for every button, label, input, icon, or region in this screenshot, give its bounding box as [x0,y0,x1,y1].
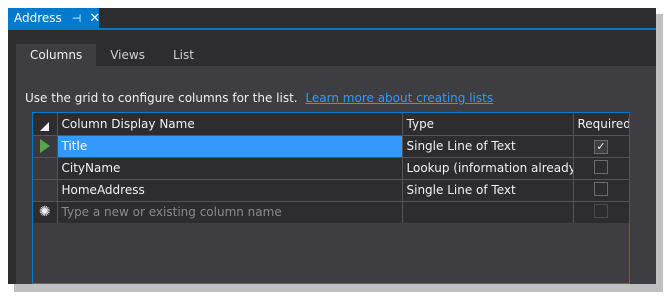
row-header[interactable] [33,135,58,158]
required-cell: ✓ [573,135,630,158]
column-header-required[interactable]: Required [573,113,630,136]
column-header-type[interactable]: Type [402,113,574,136]
required-checkbox[interactable]: ✓ [594,139,608,154]
table-row[interactable]: Title Single Line of Text ✓ [33,135,630,158]
columns-grid: Column Display Name Type Required Title … [32,112,630,284]
grid-empty-area [33,223,629,283]
pin-icon[interactable]: ⊣ [72,12,82,25]
help-text-line: Use the grid to configure columns for th… [25,91,493,105]
column-header-display-name[interactable]: Column Display Name [57,113,403,136]
new-row-icon: ✺ [38,204,51,220]
required-cell [573,157,630,180]
document-tab-bar: Address ⊣ ✕ [8,8,656,30]
column-type-cell[interactable]: Single Line of Text [402,179,574,202]
select-all-corner[interactable] [33,113,58,136]
required-checkbox[interactable] [594,159,608,174]
column-type-cell[interactable]: Lookup (information already on this site… [402,157,574,180]
learn-more-link[interactable]: Learn more about creating lists [305,91,493,105]
document-tab-title: Address [14,11,62,25]
required-cell [573,179,630,202]
corner-triangle-icon [40,121,50,131]
column-name-cell[interactable]: Title [57,135,403,158]
grid-header-row: Column Display Name Type Required [33,113,630,136]
help-text: Use the grid to configure columns for th… [25,91,298,105]
table-row[interactable]: CityName Lookup (information already on … [33,157,630,180]
required-checkbox[interactable] [594,181,608,196]
tab-columns[interactable]: Columns [16,44,97,66]
row-header[interactable] [33,157,58,180]
row-header[interactable]: ✺ [33,201,58,224]
close-icon[interactable]: ✕ [89,11,100,26]
row-header[interactable] [33,179,58,202]
required-checkbox [594,203,608,218]
designer-tabs: Columns Views List [16,44,208,66]
required-cell [573,201,630,224]
document-tab-address[interactable]: Address ⊣ ✕ [8,8,100,28]
table-row[interactable]: HomeAddress Single Line of Text [33,179,630,202]
designer-window: Address ⊣ ✕ Columns Views List Use the g… [8,8,656,284]
new-row[interactable]: ✺ Type a new or existing column name [33,201,630,224]
tab-list[interactable]: List [159,44,208,66]
new-column-name-input[interactable]: Type a new or existing column name [57,201,403,224]
column-type-cell[interactable]: Single Line of Text [402,135,574,158]
column-name-cell[interactable]: HomeAddress [57,179,403,202]
new-column-type-cell[interactable] [402,201,574,224]
current-row-arrow-icon [39,139,50,154]
tab-views[interactable]: Views [96,44,159,66]
column-name-cell[interactable]: CityName [57,157,403,180]
